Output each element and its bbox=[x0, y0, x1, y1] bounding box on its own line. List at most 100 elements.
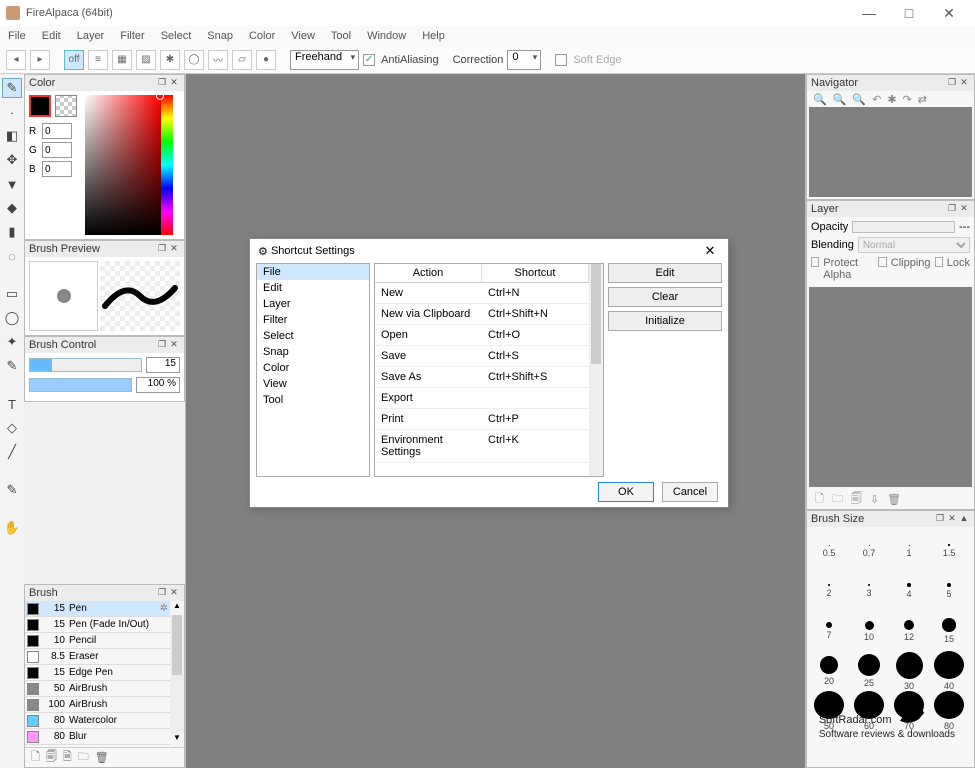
close-icon[interactable]: ✕ bbox=[946, 513, 958, 525]
brush-size-cell[interactable]: 10 bbox=[849, 611, 889, 651]
category-item[interactable]: Layer bbox=[257, 296, 369, 312]
move-tool-icon[interactable]: ✥ bbox=[2, 150, 22, 170]
rotate-left-icon[interactable]: ↶ bbox=[872, 93, 881, 103]
maximize-button[interactable]: □ bbox=[889, 0, 929, 26]
menu-tool[interactable]: Tool bbox=[327, 28, 355, 44]
table-row[interactable]: Export bbox=[375, 388, 589, 409]
category-item[interactable]: Filter bbox=[257, 312, 369, 328]
snap-vanish-icon[interactable]: ▱ bbox=[232, 50, 252, 70]
brush-size-cell[interactable]: 30 bbox=[889, 651, 929, 691]
brush-item[interactable]: 15Pen✲ bbox=[25, 601, 170, 617]
minimize-button[interactable]: — bbox=[849, 0, 889, 26]
category-item[interactable]: Tool bbox=[257, 392, 369, 408]
col-action[interactable]: Action bbox=[375, 264, 482, 282]
protect-checkbox[interactable] bbox=[811, 257, 819, 267]
brush-size-cell[interactable]: 80 bbox=[929, 691, 969, 731]
close-icon[interactable]: ✕ bbox=[168, 587, 180, 599]
delete-layer-icon[interactable]: 🗑 bbox=[887, 493, 901, 506]
menu-snap[interactable]: Snap bbox=[203, 28, 237, 44]
brush-size-cell[interactable]: 0.5 bbox=[809, 531, 849, 571]
close-icon[interactable]: ✕ bbox=[958, 203, 970, 215]
rotate-reset-icon[interactable]: ✱ bbox=[887, 93, 896, 103]
text-tool-icon[interactable]: T bbox=[2, 394, 22, 414]
brush-item[interactable]: 80Blur bbox=[25, 729, 170, 745]
cancel-button[interactable]: Cancel bbox=[662, 482, 718, 502]
close-icon[interactable]: ✕ bbox=[168, 243, 180, 255]
blending-select[interactable]: Normal bbox=[858, 237, 970, 253]
table-scrollbar[interactable] bbox=[589, 264, 603, 476]
dup-layer-icon[interactable]: 🗐 bbox=[851, 490, 862, 509]
merge-layer-icon[interactable]: ⇩ bbox=[870, 493, 879, 506]
flip-icon[interactable]: ⇄ bbox=[918, 93, 927, 103]
brush-size-cell[interactable]: 5 bbox=[929, 571, 969, 611]
undo-icon[interactable]: ◂ bbox=[6, 50, 26, 70]
brush-size-cell[interactable]: 0.7 bbox=[849, 531, 889, 571]
b-input[interactable] bbox=[42, 161, 72, 177]
brush-size-cell[interactable]: 2 bbox=[809, 571, 849, 611]
foreground-swatch[interactable] bbox=[29, 95, 51, 117]
brush-item[interactable]: 8.5Eraser bbox=[25, 649, 170, 665]
table-row[interactable]: Environment SettingsCtrl+K bbox=[375, 430, 589, 463]
snap-circle-icon[interactable]: ◯ bbox=[184, 50, 204, 70]
snap-perspective-icon[interactable]: ▨ bbox=[136, 50, 156, 70]
script-brush-icon[interactable]: 🗎 bbox=[63, 748, 72, 767]
layer-list[interactable] bbox=[809, 287, 972, 487]
initialize-button[interactable]: Initialize bbox=[608, 311, 722, 331]
zoom-in-icon[interactable]: 🔍 bbox=[813, 93, 827, 103]
close-icon[interactable]: ✕ bbox=[168, 339, 180, 351]
zoom-out-icon[interactable]: 🔍 bbox=[833, 93, 847, 103]
menu-edit[interactable]: Edit bbox=[38, 28, 65, 44]
antialias-checkbox[interactable] bbox=[363, 54, 375, 66]
menu-window[interactable]: Window bbox=[363, 28, 410, 44]
table-row[interactable]: Save AsCtrl+Shift+S bbox=[375, 367, 589, 388]
menu-select[interactable]: Select bbox=[157, 28, 196, 44]
gradient-tool-icon[interactable]: ▮ bbox=[2, 222, 22, 242]
dup-brush-icon[interactable]: 🗐 bbox=[46, 748, 57, 767]
close-icon[interactable]: ✕ bbox=[168, 77, 180, 89]
wand-tool-icon[interactable]: ✦ bbox=[2, 332, 22, 352]
table-row[interactable]: New via ClipboardCtrl+Shift+N bbox=[375, 304, 589, 325]
ok-button[interactable]: OK bbox=[598, 482, 654, 502]
layer-opacity-slider[interactable] bbox=[852, 221, 955, 233]
eraser-tool-icon[interactable]: ◧ bbox=[2, 126, 22, 146]
brush-size-cell[interactable]: 50 bbox=[809, 691, 849, 731]
menu-help[interactable]: Help bbox=[418, 28, 449, 44]
stroke-mode-select[interactable]: Freehand bbox=[290, 50, 359, 70]
col-shortcut[interactable]: Shortcut bbox=[482, 264, 589, 282]
snap-radial-icon[interactable]: ✱ bbox=[160, 50, 180, 70]
size-slider[interactable] bbox=[29, 358, 142, 372]
menu-filter[interactable]: Filter bbox=[116, 28, 148, 44]
opacity-value[interactable]: 100 % bbox=[136, 377, 180, 393]
brush-size-cell[interactable]: 1.5 bbox=[929, 531, 969, 571]
brush-size-cell[interactable]: 1 bbox=[889, 531, 929, 571]
undock-icon[interactable]: ❐ bbox=[156, 77, 168, 89]
redo-icon[interactable]: ▸ bbox=[30, 50, 50, 70]
menu-file[interactable]: File bbox=[4, 28, 30, 44]
lock-checkbox[interactable] bbox=[935, 257, 943, 267]
menu-layer[interactable]: Layer bbox=[73, 28, 109, 44]
undock-icon[interactable]: ❐ bbox=[934, 513, 946, 525]
brush-size-cell[interactable]: 40 bbox=[929, 651, 969, 691]
lasso-select-icon[interactable]: ◯ bbox=[2, 308, 22, 328]
brush-list-scrollbar[interactable]: ▲▼ bbox=[170, 601, 184, 747]
divide-tool-icon[interactable]: ╱ bbox=[2, 442, 22, 462]
edit-button[interactable]: Edit bbox=[608, 263, 722, 283]
zoom-fit-icon[interactable]: 🔍 bbox=[852, 93, 866, 103]
shape-tool-icon[interactable]: ◇ bbox=[2, 418, 22, 438]
navigator-view[interactable] bbox=[809, 107, 972, 197]
brush-item[interactable]: 80Watercolor bbox=[25, 713, 170, 729]
add-brush-icon[interactable]: 🗋 bbox=[31, 748, 40, 767]
brush-size-cell[interactable]: 25 bbox=[849, 651, 889, 691]
bucket-tool-icon[interactable]: ◆ bbox=[2, 198, 22, 218]
table-row[interactable]: NewCtrl+N bbox=[375, 283, 589, 304]
category-item[interactable]: Color bbox=[257, 360, 369, 376]
brush-item[interactable]: 50AirBrush bbox=[25, 681, 170, 697]
gear-icon[interactable]: ✲ bbox=[160, 603, 168, 614]
undock-icon[interactable]: ❐ bbox=[156, 243, 168, 255]
snap-settings-icon[interactable]: ● bbox=[256, 50, 276, 70]
clear-button[interactable]: Clear bbox=[608, 287, 722, 307]
clipping-checkbox[interactable] bbox=[878, 257, 886, 267]
brush-item[interactable]: 100AirBrush bbox=[25, 697, 170, 713]
select-tool-icon[interactable]: ◌ bbox=[2, 246, 22, 266]
category-item[interactable]: Select bbox=[257, 328, 369, 344]
